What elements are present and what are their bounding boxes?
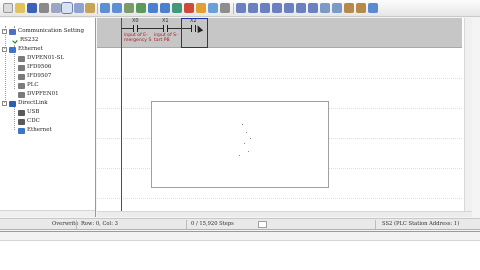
redo-icon[interactable] <box>112 3 122 13</box>
vertical-line-icon[interactable] <box>284 3 294 13</box>
tree-item-directlink[interactable]: - DirectLink <box>2 99 48 108</box>
find-icon[interactable] <box>124 3 134 13</box>
ladder-editor[interactable]: X0 X1 X2 input of E- mergency S input of… <box>97 18 472 217</box>
tree-item-dvpen01-sl[interactable]: DVPEN01-SL <box>18 54 64 63</box>
ladder-mode-icon[interactable] <box>61 2 73 14</box>
contact-label: X1 <box>162 18 169 24</box>
status-overwrite: Overwrite <box>52 221 79 227</box>
device-icon <box>18 73 25 80</box>
status-steps: 0 / 15,920 Steps <box>191 221 234 227</box>
tree-item-ifd9506[interactable]: IFD9506 <box>18 63 51 72</box>
status-station: SS2 (PLC Station Address: 1) <box>382 221 460 227</box>
function-icon[interactable] <box>272 3 282 13</box>
new-file-icon[interactable] <box>3 3 13 13</box>
tree-item-ethernet[interactable]: - Ethernet <box>2 45 43 54</box>
tree-item-cdc[interactable]: CDC <box>18 117 40 126</box>
run-icon[interactable] <box>196 3 206 13</box>
device-comment-icon[interactable] <box>356 3 366 13</box>
upload-icon[interactable] <box>160 3 170 13</box>
rung-wire <box>138 28 163 29</box>
rung-wire <box>121 28 133 29</box>
left-power-rail <box>121 18 122 211</box>
tree-item-communication-setting[interactable]: - Communication Setting <box>2 27 84 36</box>
offline-icon[interactable] <box>220 3 230 13</box>
contact-x1-left <box>163 25 164 32</box>
folder-network-icon <box>9 28 16 35</box>
paste-icon[interactable] <box>85 3 95 13</box>
network-icon <box>18 127 25 134</box>
zoom-in-icon[interactable] <box>320 3 330 13</box>
rung-0[interactable] <box>97 18 462 48</box>
contact-label: X0 <box>132 18 139 24</box>
download-icon[interactable] <box>148 3 158 13</box>
collapse-icon[interactable]: - <box>2 29 7 34</box>
cut-icon[interactable] <box>51 3 61 13</box>
coil-icon[interactable] <box>260 3 270 13</box>
status-bar: Overwrite Row: 0, Col: 3 0 / 15,920 Step… <box>0 218 480 230</box>
collapse-icon[interactable]: - <box>2 47 7 52</box>
ladder-horizontal-scrollbar[interactable] <box>97 211 472 217</box>
open-folder-icon[interactable] <box>15 3 25 13</box>
tree-item-ifd9507[interactable]: IFD9507 <box>18 72 51 81</box>
tree-item-directlink-ethernet[interactable]: Ethernet <box>18 126 52 135</box>
device-icon <box>18 91 25 98</box>
tree-item-rs232[interactable]: RS232 <box>12 36 38 45</box>
delete-line-icon[interactable] <box>308 3 318 13</box>
communication-tree: - Communication Setting RS232 - Ethernet… <box>0 18 96 217</box>
loading-dialog <box>151 101 329 188</box>
link-icon <box>9 100 16 107</box>
device-comment: input of S- tart PB <box>154 33 178 43</box>
contact-nc-icon[interactable] <box>248 3 258 13</box>
horizontal-line-icon[interactable] <box>296 3 306 13</box>
contact-no-icon[interactable] <box>236 3 246 13</box>
checkmark-icon <box>12 37 18 44</box>
device-comment: input of E- mergency S <box>124 33 152 43</box>
isplsoft-window: - Communication Setting RS232 - Ethernet… <box>0 0 480 270</box>
help-icon[interactable] <box>368 3 378 13</box>
collapse-icon[interactable]: - <box>2 101 7 106</box>
usb-icon <box>18 118 25 125</box>
tree-item-dvpfen01[interactable]: DVPFEN01 <box>18 90 59 99</box>
device-icon <box>18 64 25 71</box>
undo-icon[interactable] <box>100 3 110 13</box>
tree-item-usb[interactable]: USB <box>18 108 39 117</box>
tree-horizontal-scrollbar[interactable] <box>0 210 95 217</box>
stop-icon[interactable] <box>184 3 194 13</box>
tree-item-plc[interactable]: PLC <box>18 81 39 90</box>
ladder-vertical-scrollbar[interactable] <box>464 18 472 217</box>
network-icon <box>9 46 16 53</box>
status-field <box>258 221 267 228</box>
output-window-header <box>0 232 480 241</box>
contact-x0-left <box>133 25 134 32</box>
save-icon[interactable] <box>27 3 37 13</box>
monitor-icon[interactable] <box>172 3 182 13</box>
output-window <box>0 231 480 270</box>
online-icon[interactable] <box>208 3 218 13</box>
comment-icon[interactable] <box>344 3 354 13</box>
compile-icon[interactable] <box>136 3 146 13</box>
zoom-out-icon[interactable] <box>332 3 342 13</box>
ladder-cursor[interactable] <box>181 18 208 48</box>
device-icon <box>18 82 25 89</box>
device-icon <box>18 55 25 62</box>
copy-icon[interactable] <box>74 3 84 13</box>
usb-icon <box>18 109 25 116</box>
print-icon[interactable] <box>39 3 49 13</box>
toolbar <box>0 0 480 17</box>
status-position: Row: 0, Col: 3 <box>81 221 118 227</box>
